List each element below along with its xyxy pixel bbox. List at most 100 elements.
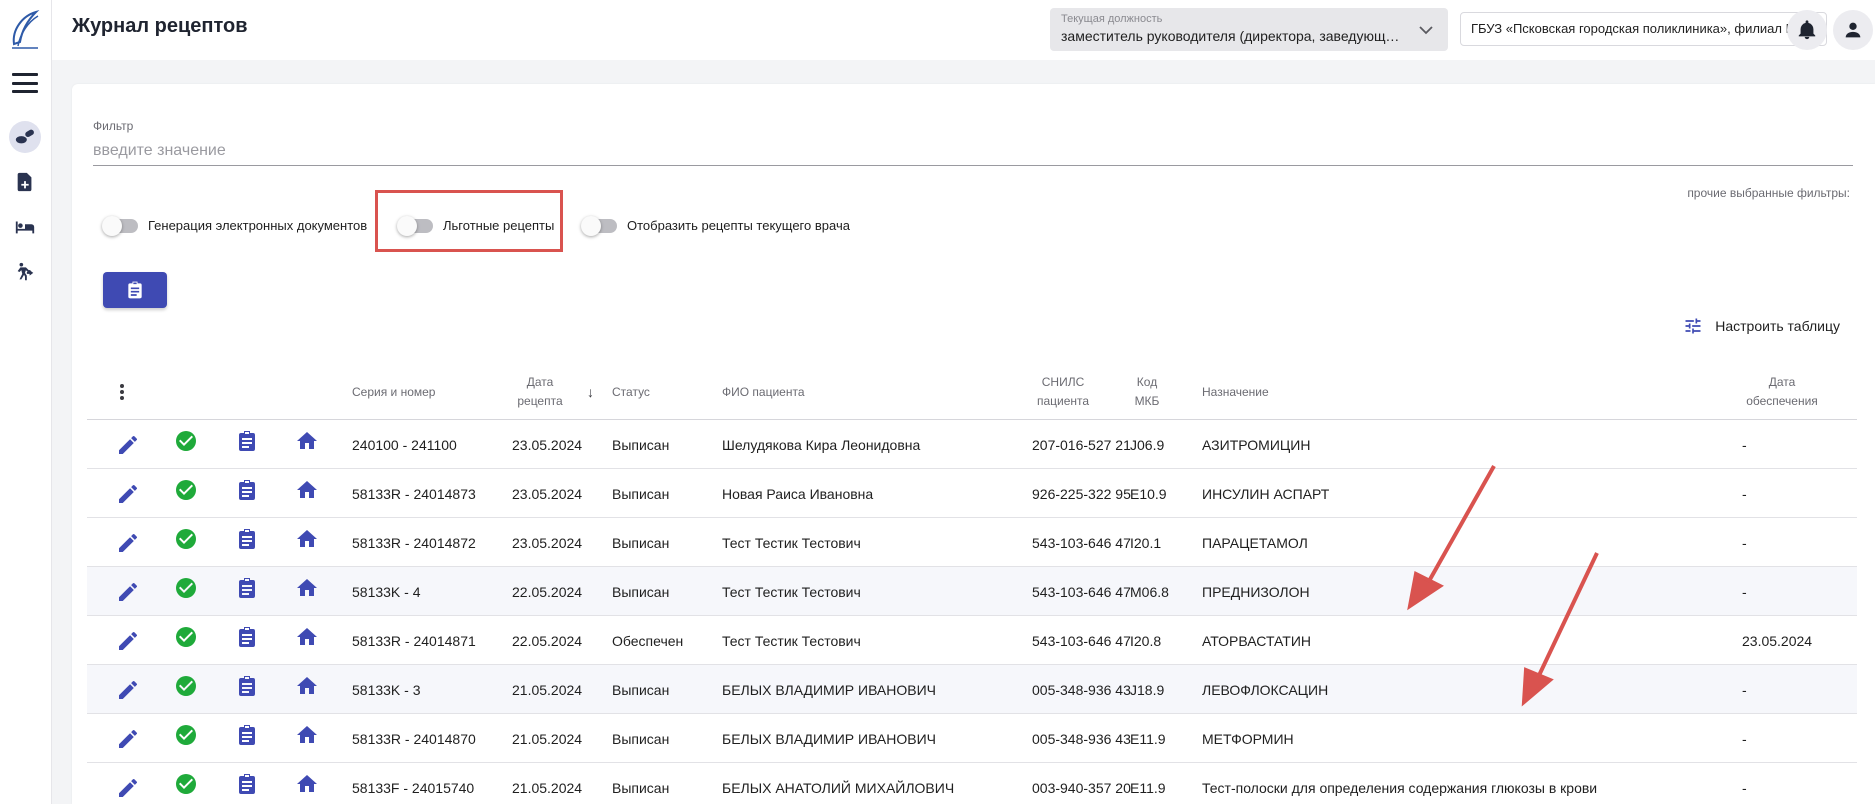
col-date[interactable]: Дата рецепта <box>510 364 570 420</box>
table-header: Серия и номер Дата рецепта ↓ Статус ФИО … <box>87 364 1857 420</box>
clipboard-icon[interactable] <box>235 576 259 600</box>
table-row[interactable]: 58133R - 24014873 23.05.2024 Выписан Новая … <box>87 469 1857 518</box>
edit-icon[interactable] <box>116 580 140 604</box>
organization-selector[interactable]: ГБУЗ «Псковская городская поликлиника», … <box>1460 12 1827 46</box>
bell-icon[interactable] <box>1787 10 1827 50</box>
edit-icon[interactable] <box>116 482 140 506</box>
toggle-label: Льготные рецепты <box>443 218 555 233</box>
col-purpose[interactable]: Назначение <box>1202 364 1269 420</box>
cell-mkb: E11.9 <box>1130 779 1166 796</box>
clipboard-icon[interactable] <box>235 723 259 747</box>
cell-mkb: I20.8 <box>1130 632 1162 649</box>
home-icon[interactable] <box>295 429 319 453</box>
cell-patient: Шелудякова Кира Леонидовна <box>722 436 921 453</box>
cell-snils: 207-016-527 21 <box>1032 436 1131 453</box>
toggle-generate-documents[interactable]: Генерация электронных документов <box>102 215 368 236</box>
current-role-select[interactable]: Текущая должность заместитель руководите… <box>1050 8 1448 51</box>
check-circle-icon[interactable] <box>174 527 198 551</box>
cell-date: 21.05.2024 <box>512 681 583 698</box>
edit-icon[interactable] <box>116 531 140 555</box>
other-filters-text: прочие выбранные фильтры: <box>1687 186 1850 200</box>
home-icon[interactable] <box>295 674 319 698</box>
cell-supply-date: - <box>1742 583 1747 600</box>
toggle-preferential-recipes[interactable]: Льготные рецепты <box>397 215 555 236</box>
clipboard-action-button[interactable] <box>103 272 167 308</box>
home-icon[interactable] <box>295 723 319 747</box>
edit-icon[interactable] <box>116 727 140 751</box>
home-icon[interactable] <box>295 527 319 551</box>
recipes-table: Серия и номер Дата рецепта ↓ Статус ФИО … <box>87 364 1857 804</box>
filter-label: Фильтр <box>93 119 134 133</box>
cell-supply-date: - <box>1742 730 1747 747</box>
cell-status: Выписан <box>612 730 670 747</box>
col-series[interactable]: Серия и номер <box>352 364 435 420</box>
edit-icon[interactable] <box>116 678 140 702</box>
cell-mkb: M06.8 <box>1130 583 1169 600</box>
table-row[interactable]: 58133R - 24014870 21.05.2024 Выписан БЕЛЫХ … <box>87 714 1857 763</box>
toggle-label: Отобразить рецепты текущего врача <box>627 218 850 233</box>
walking-exit-icon[interactable] <box>9 256 41 288</box>
edit-icon[interactable] <box>116 433 140 457</box>
sort-arrow-icon[interactable]: ↓ <box>587 364 594 420</box>
table-row[interactable]: 58133R - 24014871 22.05.2024 Обеспечен Тест… <box>87 616 1857 665</box>
clipboard-icon[interactable] <box>235 429 259 453</box>
check-circle-icon[interactable] <box>174 772 198 796</box>
check-circle-icon[interactable] <box>174 674 198 698</box>
cell-series: 58133K - 3 <box>352 681 421 698</box>
table-row[interactable]: 58133K - 3 21.05.2024 Выписан БЕЛЫХ ВЛАДИМИ… <box>87 665 1857 714</box>
col-patient[interactable]: ФИО пациента <box>722 364 805 420</box>
pills-icon[interactable] <box>9 121 41 153</box>
cell-status: Обеспечен <box>612 632 684 649</box>
clipboard-icon[interactable] <box>235 527 259 551</box>
clipboard-icon[interactable] <box>235 625 259 649</box>
clipboard-icon[interactable] <box>235 772 259 796</box>
table-row[interactable]: 58133F - 24015740 21.05.2024 Выписан БЕЛЫХ … <box>87 763 1857 804</box>
cell-patient: БЕЛЫХ АНАТОЛИЙ МИХАЙЛОВИЧ <box>722 779 955 796</box>
filter-input[interactable] <box>93 136 1853 166</box>
home-icon[interactable] <box>295 576 319 600</box>
page-title: Журнал рецептов <box>72 15 248 37</box>
col-status[interactable]: Статус <box>612 364 650 420</box>
cell-supply-date: - <box>1742 534 1747 551</box>
col-snils[interactable]: СНИЛС пациента <box>1028 364 1098 420</box>
table-row[interactable]: 240100 - 241100 23.05.2024 Выписан Шелудяко… <box>87 420 1857 469</box>
user-account-icon[interactable] <box>1833 10 1873 50</box>
home-icon[interactable] <box>295 772 319 796</box>
edit-icon[interactable] <box>116 776 140 800</box>
edit-icon[interactable] <box>116 629 140 653</box>
check-circle-icon[interactable] <box>174 576 198 600</box>
more-vert-icon[interactable] <box>119 364 125 420</box>
clipboard-icon[interactable] <box>235 674 259 698</box>
toggle-label: Генерация электронных документов <box>148 218 368 233</box>
bed-icon[interactable] <box>9 211 41 243</box>
hamburger-menu-icon[interactable] <box>12 70 38 96</box>
document-add-icon[interactable] <box>9 166 41 198</box>
toggle-switch[interactable] <box>581 215 617 236</box>
check-circle-icon[interactable] <box>174 478 198 502</box>
check-circle-icon[interactable] <box>174 723 198 747</box>
check-circle-icon[interactable] <box>174 429 198 453</box>
table-row[interactable]: 58133R - 24014872 23.05.2024 Выписан Тест Т… <box>87 518 1857 567</box>
table-settings-button[interactable]: Настроить таблицу <box>1683 316 1840 336</box>
app-logo-icon <box>12 9 40 49</box>
toggle-current-doctor-recipes[interactable]: Отобразить рецепты текущего врача <box>581 215 850 236</box>
cell-series: 58133R - 24014872 <box>352 534 476 551</box>
home-icon[interactable] <box>295 625 319 649</box>
cell-patient: БЕЛЫХ ВЛАДИМИР ИВАНОВИЧ <box>722 681 937 698</box>
toggle-switch[interactable] <box>102 215 138 236</box>
cell-status: Выписан <box>612 436 670 453</box>
col-supply-date[interactable]: Дата обеспечения <box>1737 364 1827 420</box>
clipboard-icon[interactable] <box>235 478 259 502</box>
toggle-switch[interactable] <box>397 215 433 236</box>
chevron-down-icon <box>1419 26 1433 35</box>
check-circle-icon[interactable] <box>174 625 198 649</box>
cell-purpose: ПАРАЦЕТАМОЛ <box>1202 534 1308 551</box>
cell-patient: Новая Раиса Ивановна <box>722 485 874 502</box>
table-row[interactable]: 58133K - 4 22.05.2024 Выписан Тест Тестик Т… <box>87 567 1857 616</box>
col-date-line2: рецепта <box>517 394 563 408</box>
cell-snils: 543-103-646 47 <box>1032 583 1131 600</box>
col-mkb[interactable]: Код МКБ <box>1127 364 1167 420</box>
left-rail <box>0 0 52 804</box>
cell-date: 22.05.2024 <box>512 632 583 649</box>
home-icon[interactable] <box>295 478 319 502</box>
